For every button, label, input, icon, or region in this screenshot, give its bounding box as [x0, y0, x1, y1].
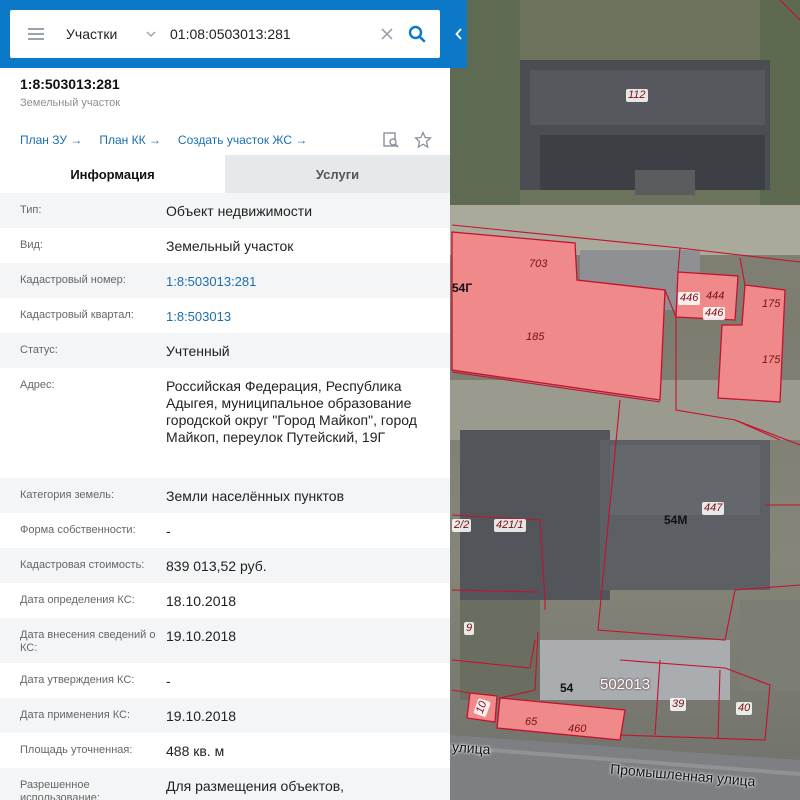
property-value: 488 кв. м: [166, 743, 225, 759]
property-label: Категория земель:: [20, 489, 115, 501]
parcel-label: 112: [626, 89, 648, 102]
property-row: Форма собственности: -: [0, 513, 450, 548]
property-row: Категория земель: Земли населённых пункт…: [0, 478, 450, 513]
collapse-panel-button[interactable]: [450, 0, 467, 68]
property-label: Разрешенное использование:: [20, 779, 100, 800]
property-value: Земельный участок: [166, 238, 294, 254]
plan-zu-link[interactable]: План ЗУ →: [20, 133, 82, 147]
parcel-label: 460: [568, 723, 587, 735]
building-label: 54Г: [452, 281, 473, 295]
property-list: Тип: Объект недвижимости Вид: Земельный …: [0, 193, 450, 800]
address-value: Российская Федерация, Республика Адыгея,…: [166, 378, 417, 445]
cadastral-number-link[interactable]: 1:8:503013:281: [166, 263, 430, 298]
plan-kk-link[interactable]: План КК →: [99, 133, 161, 147]
menu-icon[interactable]: [28, 28, 44, 40]
property-row: Дата утверждения КС: -: [0, 663, 450, 698]
property-label: Кадастровая стоимость:: [20, 559, 145, 571]
parcel-label: 2/2: [452, 519, 472, 532]
property-row: Тип: Объект недвижимости: [0, 193, 450, 228]
property-value: Для размещения объектов,: [166, 778, 345, 794]
property-row: Адрес: Российская Федерация, Республика …: [0, 368, 450, 478]
property-row: Площадь уточненная: 488 кв. м: [0, 733, 450, 768]
parcel-label: 9: [464, 622, 475, 635]
property-value: Учтенный: [166, 343, 230, 359]
create-parcel-link[interactable]: Создать участок ЖС →: [178, 133, 307, 147]
property-label: Форма собственности:: [20, 524, 136, 536]
property-label: Статус:: [20, 344, 58, 356]
property-row: Кадастровый квартал: 1:8:503013: [0, 298, 450, 333]
property-value: Земли населённых пунктов: [166, 488, 345, 504]
property-value: -: [166, 673, 171, 689]
parcel-label: 446: [703, 307, 726, 320]
property-label: Тип:: [20, 204, 42, 216]
property-value: 19.10.2018: [166, 708, 237, 724]
tab-bar: Информация Услуги: [0, 155, 450, 193]
property-row: Дата применения КС: 19.10.2018: [0, 698, 450, 733]
street-label: улица: [451, 738, 492, 758]
chevron-down-icon[interactable]: [146, 29, 156, 39]
category-select[interactable]: Участки: [66, 26, 126, 42]
object-header: 1:8:503013:281 Земельный участок: [20, 76, 120, 109]
chevron-left-icon: [454, 28, 462, 40]
property-row: Кадастровая стоимость: 839 013,52 руб.: [0, 548, 450, 583]
building-label: 54М: [664, 513, 688, 527]
parcel-label: 175: [762, 298, 781, 310]
property-row: Статус: Учтенный: [0, 333, 450, 368]
star-icon[interactable]: [414, 131, 432, 149]
property-label: Площадь уточненная:: [20, 744, 133, 756]
property-row: Кадастровый номер: 1:8:503013:281: [0, 263, 450, 298]
property-value: -: [166, 523, 171, 539]
parcel-label: 703: [529, 258, 548, 270]
parcel-label: 185: [526, 331, 545, 343]
property-value: 18.10.2018: [166, 593, 237, 609]
building-label: 54: [560, 681, 574, 695]
search-box: Участки 01:08:0503013:281: [10, 10, 440, 58]
tab-info[interactable]: Информация: [0, 155, 225, 193]
property-label: Адрес:: [20, 379, 55, 391]
document-search-icon[interactable]: [382, 131, 400, 149]
page-subtitle: Земельный участок: [20, 97, 121, 109]
tab-services[interactable]: Услуги: [225, 155, 450, 193]
parcel-label: 65: [525, 716, 538, 728]
parcel-label: 175: [762, 354, 781, 366]
property-row: Вид: Земельный участок: [0, 228, 450, 263]
parcel-label: 447: [702, 502, 725, 515]
close-icon[interactable]: [380, 27, 394, 41]
property-label: Вид:: [20, 239, 43, 251]
property-row: Дата внесения сведений о КС: 19.10.2018: [0, 618, 450, 663]
action-links: План ЗУ → План КК → Создать участок ЖС →: [20, 133, 324, 147]
property-label: Дата определения КС:: [20, 594, 135, 606]
property-row: Дата определения КС: 18.10.2018: [0, 583, 450, 618]
property-label: Кадастровый квартал:: [20, 309, 134, 321]
property-label: Дата внесения сведений о КС:: [20, 629, 156, 654]
property-value: 839 013,52 руб.: [166, 558, 267, 574]
panel-actions: [382, 131, 432, 149]
parcel-label: 40: [736, 702, 753, 715]
property-label: Дата применения КС:: [20, 709, 131, 721]
quarter-label: 502013: [600, 676, 651, 693]
page-title: 1:8:503013:281: [20, 76, 120, 92]
property-value: 19.10.2018: [166, 628, 237, 644]
parcel-label: 446: [678, 292, 701, 305]
parcel-label: 39: [670, 698, 687, 711]
info-panel: Участки 01:08:0503013:281 1:8:503013:281…: [0, 0, 450, 800]
search-bar: Участки 01:08:0503013:281: [0, 0, 450, 68]
property-label: Дата утверждения КС:: [20, 674, 135, 686]
parcel-label: 444: [706, 290, 725, 302]
search-icon[interactable]: [408, 25, 426, 43]
cadastral-quarter-link[interactable]: 1:8:503013: [166, 298, 430, 333]
property-row: Разрешенное использование: Для размещени…: [0, 768, 450, 800]
parcel-label: 421/1: [494, 519, 526, 532]
property-label: Кадастровый номер:: [20, 274, 126, 286]
property-value: Объект недвижимости: [166, 203, 313, 219]
search-input[interactable]: 01:08:0503013:281: [170, 26, 380, 42]
